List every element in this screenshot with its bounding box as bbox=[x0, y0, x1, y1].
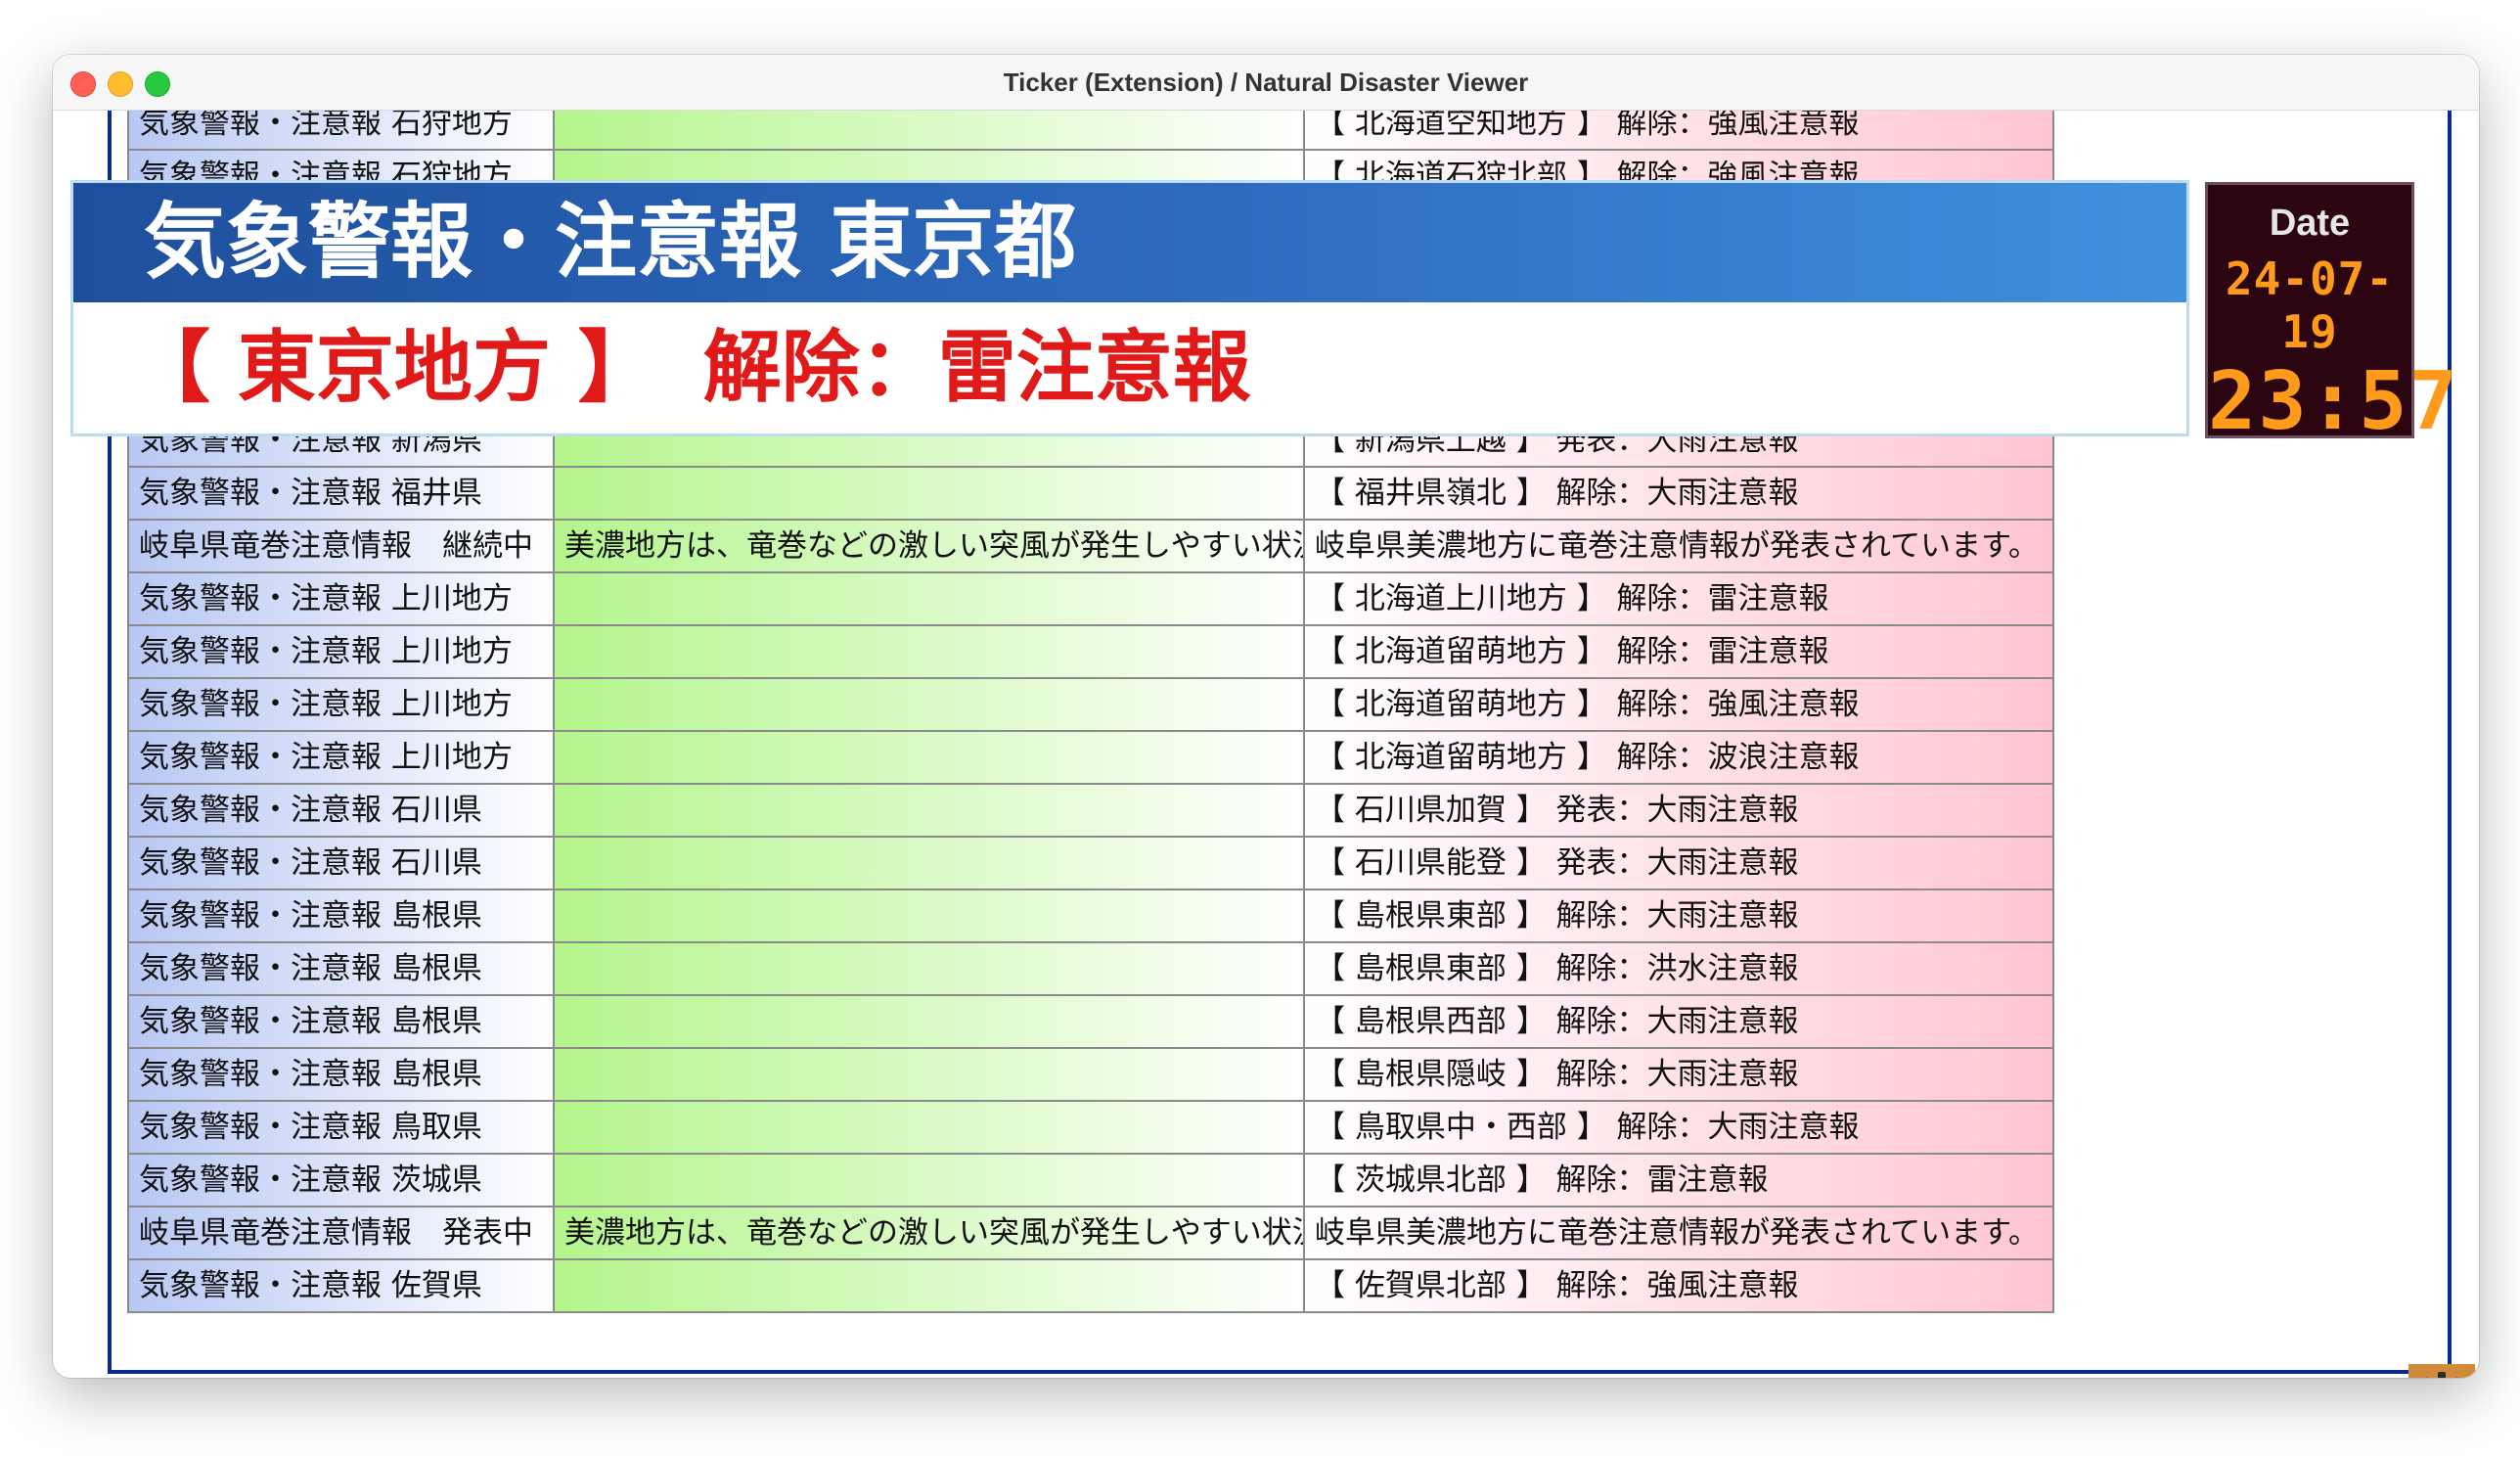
table-row[interactable]: 岐阜県竜巻注意情報 継続中 美濃地方は、竜巻などの激しい突風が発生しやすい状況で… bbox=[127, 521, 2054, 573]
row-detail: 【 北海道留萌地方 】 解除：強風注意報 bbox=[1305, 679, 2054, 730]
table-row[interactable]: 気象警報・注意報 石川県 【 石川県能登 】 発表：大雨注意報 bbox=[127, 838, 2054, 890]
row-title: 気象警報・注意報 島根県 bbox=[127, 890, 555, 941]
row-detail: 【 鳥取県中・西部 】 解除：大雨注意報 bbox=[1305, 1102, 2054, 1153]
row-detail: 【 島根県東部 】 解除：洪水注意報 bbox=[1305, 943, 2054, 994]
row-title: 気象警報・注意報 佐賀県 bbox=[127, 1260, 555, 1311]
table-row[interactable]: 気象警報・注意報 鳥取県 【 鳥取県中・西部 】 解除：大雨注意報 bbox=[127, 1102, 2054, 1155]
clock-time: 23:57 bbox=[2208, 355, 2459, 448]
table-row[interactable]: 気象警報・注意報 島根県 【 島根県西部 】 解除：大雨注意報 bbox=[127, 996, 2054, 1049]
gear-icon-graphic bbox=[2421, 1372, 2462, 1378]
row-detail: 【 北海道留萌地方 】 解除：雷注意報 bbox=[1305, 626, 2054, 677]
table-row[interactable]: 気象警報・注意報 上川地方 【 北海道留萌地方 】 解除：強風注意報 bbox=[127, 679, 2054, 732]
row-title: 岐阜県竜巻注意情報 継続中 bbox=[127, 521, 555, 571]
row-title: 気象警報・注意報 石川県 bbox=[127, 838, 555, 888]
table-row[interactable]: 気象警報・注意報 上川地方 【 北海道留萌地方 】 解除：雷注意報 bbox=[127, 626, 2054, 679]
row-title: 気象警報・注意報 島根県 bbox=[127, 1049, 555, 1100]
row-title: 気象警報・注意報 島根県 bbox=[127, 996, 555, 1047]
row-detail: 【 北海道空知地方 】 解除：強風注意報 bbox=[1305, 110, 2054, 149]
title-bar: Ticker (Extension) / Natural Disaster Vi… bbox=[53, 55, 2479, 111]
row-title: 気象警報・注意報 福井県 bbox=[127, 468, 555, 519]
row-body bbox=[555, 1102, 1305, 1153]
viewer-content: 気象警報・注意報 石狩地方 【 北海道空知地方 】 解除：強風注意報 気象警報・… bbox=[53, 110, 2479, 1378]
row-body bbox=[555, 110, 1305, 149]
table-row[interactable]: 気象警報・注意報 石狩地方 【 北海道空知地方 】 解除：強風注意報 bbox=[127, 110, 2054, 151]
app-window: Ticker (Extension) / Natural Disaster Vi… bbox=[53, 55, 2479, 1378]
row-title: 気象警報・注意報 鳥取県 bbox=[127, 1102, 555, 1153]
ticker-region: 【 東京地方 】 bbox=[132, 322, 656, 413]
row-detail: 【 北海道上川地方 】 解除：雷注意報 bbox=[1305, 573, 2054, 624]
ticker-detail: 解除：雷注意報 bbox=[702, 322, 1251, 413]
row-title: 岐阜県竜巻注意情報 発表中 bbox=[127, 1207, 555, 1258]
row-body bbox=[555, 1260, 1305, 1311]
row-title: 気象警報・注意報 上川地方 bbox=[127, 679, 555, 730]
row-title: 気象警報・注意報 石川県 bbox=[127, 785, 555, 836]
row-detail: 岐阜県美濃地方に竜巻注意情報が発表されています。 bbox=[1305, 521, 2054, 571]
row-body bbox=[555, 943, 1305, 994]
row-title: 気象警報・注意報 上川地方 bbox=[127, 732, 555, 783]
ticker-alert: 【 東京地方 】解除：雷注意報 bbox=[73, 302, 2186, 433]
row-detail: 【 石川県加賀 】 発表：大雨注意報 bbox=[1305, 785, 2054, 836]
table-row[interactable]: 気象警報・注意報 島根県 【 島根県隠岐 】 解除：大雨注意報 bbox=[127, 1049, 2054, 1102]
row-body bbox=[555, 890, 1305, 941]
row-body: 美濃地方は、竜巻などの激しい突風が発生しやすい状況です。 bbox=[555, 1207, 1305, 1258]
row-body bbox=[555, 996, 1305, 1047]
row-detail: 【 佐賀県北部 】 解除：強風注意報 bbox=[1305, 1260, 2054, 1311]
row-body: 美濃地方は、竜巻などの激しい突風が発生しやすい状況です。 bbox=[555, 521, 1305, 571]
table-row[interactable]: 気象警報・注意報 佐賀県 【 佐賀県北部 】 解除：強風注意報 bbox=[127, 1260, 2054, 1313]
row-body bbox=[555, 785, 1305, 836]
row-detail: 【 北海道留萌地方 】 解除：波浪注意報 bbox=[1305, 732, 2054, 783]
clock-date: 24-07-19 bbox=[2225, 252, 2395, 358]
row-detail: 岐阜県美濃地方に竜巻注意情報が発表されています。 bbox=[1305, 1207, 2054, 1258]
row-title: 気象警報・注意報 上川地方 bbox=[127, 626, 555, 677]
row-body bbox=[555, 573, 1305, 624]
table-row[interactable]: 気象警報・注意報 上川地方 【 北海道上川地方 】 解除：雷注意報 bbox=[127, 573, 2054, 626]
row-body bbox=[555, 468, 1305, 519]
row-detail: 【 島根県隠岐 】 解除：大雨注意報 bbox=[1305, 1049, 2054, 1100]
table-row[interactable]: 気象警報・注意報 茨城県 【 茨城県北部 】 解除：雷注意報 bbox=[127, 1155, 2054, 1207]
row-body bbox=[555, 838, 1305, 888]
table-row[interactable]: 気象警報・注意報 上川地方 【 北海道留萌地方 】 解除：波浪注意報 bbox=[127, 732, 2054, 785]
row-detail: 【 石川県能登 】 発表：大雨注意報 bbox=[1305, 838, 2054, 888]
row-body bbox=[555, 1155, 1305, 1206]
ticker-headline: 気象警報・注意報 東京都 bbox=[73, 183, 2186, 302]
clock-label: Date bbox=[2269, 203, 2351, 244]
table-row[interactable]: 気象警報・注意報 福井県 【 福井県嶺北 】 解除：大雨注意報 bbox=[127, 468, 2054, 521]
row-body bbox=[555, 1049, 1305, 1100]
row-title: 気象警報・注意報 石狩地方 bbox=[127, 110, 555, 149]
table-row[interactable]: 気象警報・注意報 島根県 【 島根県東部 】 解除：大雨注意報 bbox=[127, 890, 2054, 943]
table-row[interactable]: 気象警報・注意報 石川県 【 石川県加賀 】 発表：大雨注意報 bbox=[127, 785, 2054, 838]
gear-icon[interactable] bbox=[2408, 1364, 2475, 1378]
row-detail: 【 島根県西部 】 解除：大雨注意報 bbox=[1305, 996, 2054, 1047]
row-body bbox=[555, 679, 1305, 730]
window-title: Ticker (Extension) / Natural Disaster Vi… bbox=[1003, 68, 1529, 97]
row-detail: 【 茨城県北部 】 解除：雷注意報 bbox=[1305, 1155, 2054, 1206]
row-detail: 【 島根県東部 】 解除：大雨注意報 bbox=[1305, 890, 2054, 941]
row-detail: 【 福井県嶺北 】 解除：大雨注意報 bbox=[1305, 468, 2054, 519]
table-row[interactable]: 気象警報・注意報 島根県 【 島根県東部 】 解除：洪水注意報 bbox=[127, 943, 2054, 996]
row-title: 気象警報・注意報 茨城県 bbox=[127, 1155, 555, 1206]
row-body bbox=[555, 732, 1305, 783]
table-row[interactable]: 岐阜県竜巻注意情報 発表中 美濃地方は、竜巻などの激しい突風が発生しやすい状況で… bbox=[127, 1207, 2054, 1260]
date-clock-panel: Date 24-07-19 23:57 bbox=[2205, 182, 2457, 442]
row-title: 気象警報・注意報 上川地方 bbox=[127, 573, 555, 624]
ticker-banner: 気象警報・注意報 東京都 【 東京地方 】解除：雷注意報 bbox=[70, 180, 2189, 436]
row-body bbox=[555, 626, 1305, 677]
row-title: 気象警報・注意報 島根県 bbox=[127, 943, 555, 994]
